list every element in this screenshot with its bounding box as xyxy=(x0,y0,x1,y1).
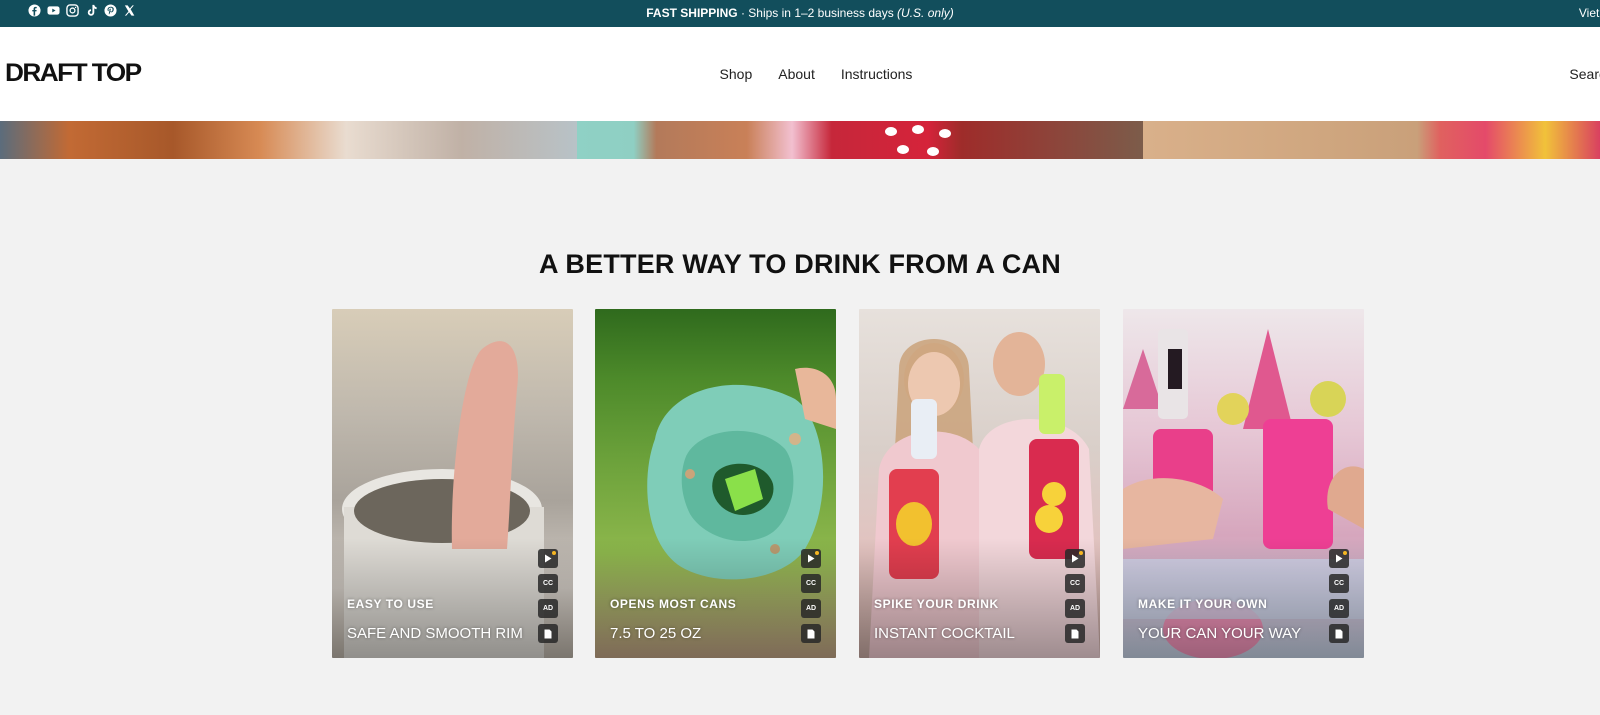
announcement-bold: FAST SHIPPING xyxy=(646,6,738,20)
hero-image-2 xyxy=(577,121,1143,159)
hero-image-1 xyxy=(0,121,577,159)
country-selector[interactable]: Vietn xyxy=(1579,6,1600,21)
announcement-italic: (U.S. only) xyxy=(897,6,954,20)
search-link[interactable]: Searc xyxy=(1569,65,1600,83)
card-4-title: YOUR CAN YOUR WAY xyxy=(1138,625,1302,642)
announcement-body: · Ships in 1–2 business days xyxy=(737,6,898,20)
captions-button[interactable]: CC xyxy=(1329,574,1349,593)
audio-description-button[interactable]: AD xyxy=(538,599,558,618)
audio-description-button[interactable]: AD xyxy=(801,599,821,618)
audio-description-button[interactable]: AD xyxy=(1065,599,1085,618)
site-header: DRAFT TOP Shop About Instructions Searc xyxy=(0,27,1600,121)
play-icon[interactable] xyxy=(801,549,821,568)
play-icon[interactable] xyxy=(1329,549,1349,568)
captions-button[interactable]: CC xyxy=(801,574,821,593)
card-4-controls: CC AD xyxy=(1329,549,1349,643)
section-heading: A BETTER WAY TO DRINK FROM A CAN xyxy=(539,249,1061,279)
hero-image-strip xyxy=(0,121,1600,159)
captions-button[interactable]: CC xyxy=(538,574,558,593)
play-icon[interactable] xyxy=(1065,549,1085,568)
nav-shop[interactable]: Shop xyxy=(720,65,753,83)
announcement-bar: FAST SHIPPING · Ships in 1–2 business da… xyxy=(0,0,1600,27)
transcript-icon[interactable] xyxy=(538,624,558,643)
card-2-subtitle: OPENS MOST CANS xyxy=(610,597,737,611)
card-2-controls: CC AD xyxy=(801,549,821,643)
card-1-title: SAFE AND SMOOTH RIM xyxy=(347,625,523,642)
card-3-subtitle: SPIKE YOUR DRINK xyxy=(874,597,999,611)
card-2-title: 7.5 TO 25 OZ xyxy=(610,625,702,642)
video-card-2[interactable]: CC AD OPENS MOST CANS 7.5 TO 25 OZ xyxy=(595,309,836,658)
transcript-icon[interactable] xyxy=(1065,624,1085,643)
video-card-3[interactable]: CC AD SPIKE YOUR DRINK INSTANT COCKTAIL xyxy=(859,309,1100,658)
card-1-subtitle: EASY TO USE xyxy=(347,597,434,611)
card-3-title: INSTANT COCKTAIL xyxy=(874,625,1015,642)
nav-instructions[interactable]: Instructions xyxy=(841,65,913,83)
card-4-subtitle: MAKE IT YOUR OWN xyxy=(1138,597,1268,611)
transcript-icon[interactable] xyxy=(801,624,821,643)
transcript-icon[interactable] xyxy=(1329,624,1349,643)
hero-image-3 xyxy=(1143,121,1600,159)
card-3-controls: CC AD xyxy=(1065,549,1085,643)
video-card-4[interactable]: CC AD MAKE IT YOUR OWN YOUR CAN YOUR WAY xyxy=(1123,309,1364,658)
announcement-text: FAST SHIPPING · Ships in 1–2 business da… xyxy=(0,6,1600,21)
captions-button[interactable]: CC xyxy=(1065,574,1085,593)
play-icon[interactable] xyxy=(538,549,558,568)
main-nav: Shop About Instructions xyxy=(0,65,1600,83)
card-1-controls: CC AD xyxy=(538,549,558,643)
video-card-1[interactable]: CC AD EASY TO USE SAFE AND SMOOTH RIM xyxy=(332,309,573,658)
video-cards: CC AD EASY TO USE SAFE AND SMOOTH RIM CC… xyxy=(332,309,1364,658)
nav-about[interactable]: About xyxy=(778,65,815,83)
audio-description-button[interactable]: AD xyxy=(1329,599,1349,618)
